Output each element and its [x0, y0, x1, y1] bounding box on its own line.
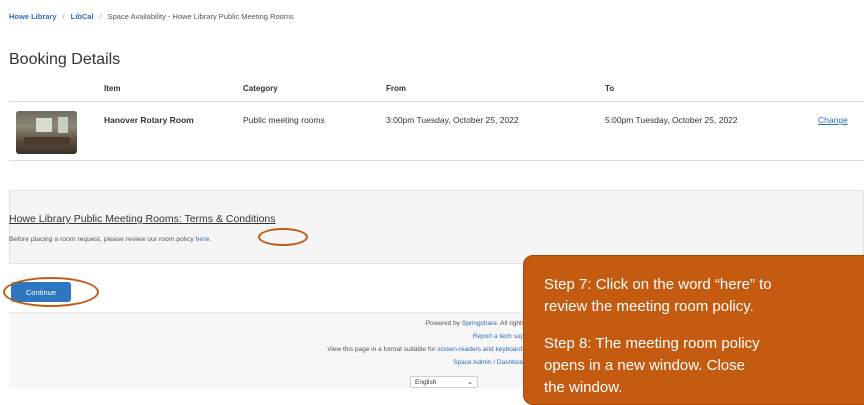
room-photo	[16, 111, 77, 154]
header-category: Category	[243, 84, 278, 93]
header-from: From	[386, 84, 406, 93]
policy-here-link[interactable]: here.	[196, 236, 212, 243]
booking-to: 5:00pm Tuesday, October 25, 2022	[605, 115, 738, 125]
springshare-link[interactable]: Springshare	[462, 320, 497, 327]
booking-from: 3:00pm Tuesday, October 25, 2022	[386, 115, 519, 125]
table-divider	[9, 160, 864, 161]
chevron-down-icon: ⌄	[467, 379, 473, 386]
terms-title: Howe Library Public Meeting Rooms: Terms…	[9, 213, 276, 225]
breadcrumb: Howe Library / LibCal / Space Availability -…	[9, 12, 294, 21]
terms-body-text: Before placing a room request, please re…	[9, 236, 196, 243]
instruction-callout: Step 7: Click on the word “here” to revie…	[523, 255, 864, 405]
terms-panel	[9, 190, 864, 264]
header-to: To	[605, 84, 615, 93]
header-item: Item	[104, 84, 121, 93]
page-title: Booking Details	[9, 51, 121, 68]
table-divider	[9, 101, 864, 102]
booking-item: Hanover Rotary Room	[104, 115, 194, 125]
language-value: English	[415, 379, 437, 386]
breadcrumb-current: Space Availability - Howe Library Public…	[107, 12, 294, 21]
breadcrumb-libcal[interactable]: LibCal	[71, 12, 94, 21]
booking-category: Public meeting rooms	[243, 115, 325, 125]
callout-step7: Step 7: Click on the word “here” to revie…	[544, 276, 772, 315]
breadcrumb-howe-library[interactable]: Howe Library	[9, 12, 57, 21]
here-annotation-ring	[258, 228, 308, 246]
terms-body: Before placing a room request, please re…	[9, 236, 211, 243]
footer-accessible: View this page in a format suitable for …	[327, 346, 554, 353]
booking-table-header: Item Category From To	[0, 84, 864, 100]
language-select[interactable]: English ⌄	[410, 376, 478, 388]
continue-annotation-ring	[3, 277, 99, 307]
change-link[interactable]: Change	[818, 115, 848, 125]
callout-step8: Step 8: The meeting room policy opens in …	[544, 335, 760, 396]
